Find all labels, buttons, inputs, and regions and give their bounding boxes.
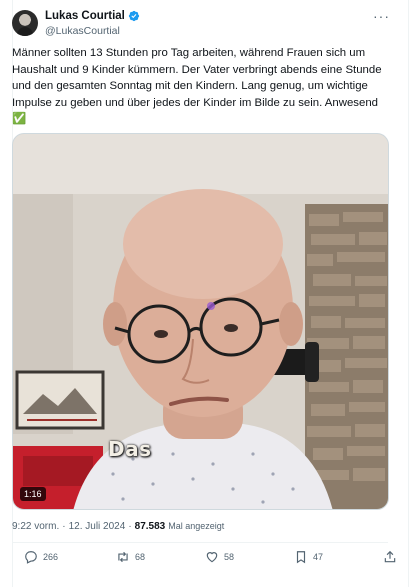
reply-count: 266 [43,552,59,562]
video-player[interactable] [12,133,389,510]
tweet-meta: 9:22 vorm. · 12. Juli 2024 · 87.583 Mal … [12,521,224,532]
like-count: 58 [224,552,235,562]
reply-button[interactable]: 266 [24,550,58,564]
avatar[interactable] [12,10,38,36]
like-icon [206,552,218,563]
bookmark-count: 47 [313,552,324,562]
bookmark-icon [296,551,306,564]
tweet-text: Männer sollten 13 Stunden pro Tag arbeit… [12,47,382,126]
verified-icon [128,10,140,22]
video-duration: 1:16 [20,487,46,501]
video-caption: Das [108,437,152,461]
author-name[interactable]: Lukas Courtial [45,10,125,22]
author-handle[interactable]: @LukasCourtial [45,25,120,37]
repost-count: 68 [135,552,146,562]
video-frame [13,134,388,509]
repost-button[interactable]: 68 [116,550,145,564]
share-button[interactable] [383,550,397,564]
view-count: 87.583 [134,521,166,532]
like-button[interactable]: 58 [205,550,234,564]
tweet-header: Lukas Courtial @LukasCourtial ··· [12,8,392,38]
bookmark-button[interactable]: 47 [294,550,323,564]
repost-icon [118,551,128,563]
tweet-date[interactable]: 12. Juli 2024 [69,521,126,532]
view-label: Mal angezeigt [168,521,225,531]
action-bar: 266 68 58 47 [12,550,396,572]
tweet-time[interactable]: 9:22 vorm. [12,521,59,532]
meta-separator: · [128,521,132,532]
author-name-row[interactable]: Lukas Courtial [45,10,140,22]
meta-separator: · [62,521,66,532]
share-icon [384,550,396,563]
more-icon[interactable]: ··· [373,8,390,24]
reply-icon [25,551,37,564]
divider [12,542,388,543]
